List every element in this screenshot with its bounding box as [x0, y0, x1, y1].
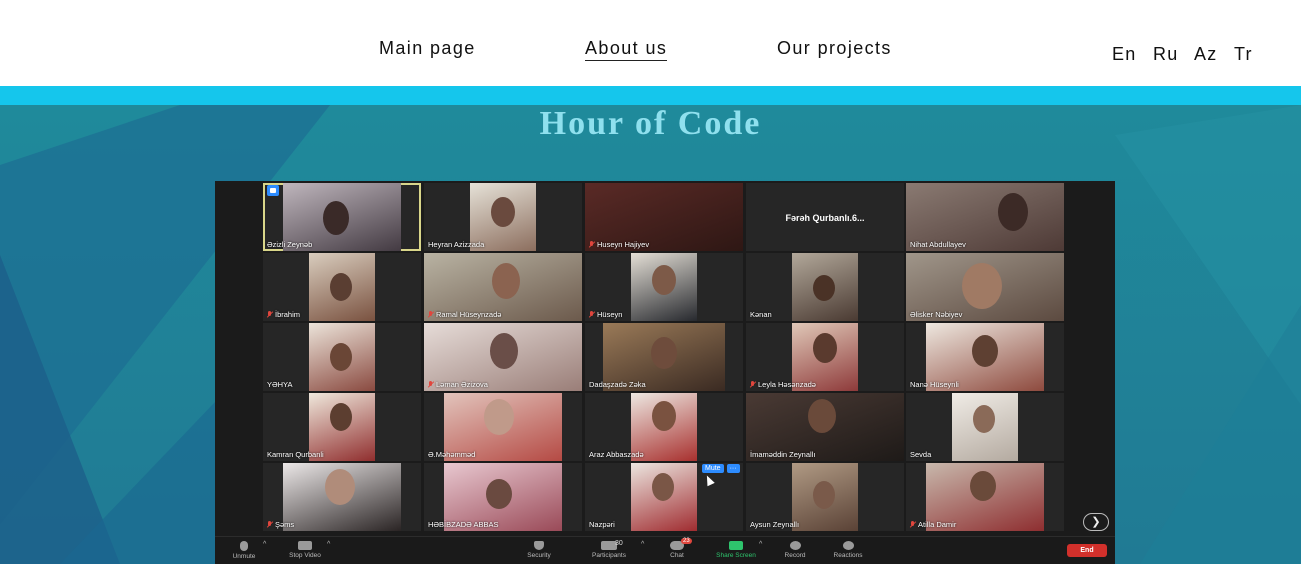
- caret-up-icon[interactable]: ^: [759, 541, 762, 548]
- share-screen-icon: [729, 541, 743, 550]
- mic-muted-icon: [910, 521, 916, 528]
- language-tr[interactable]: Tr: [1234, 44, 1253, 65]
- shield-icon: [534, 541, 544, 550]
- participant-tile: Araz Abbaszadə: [585, 393, 743, 461]
- more-options-button[interactable]: ···: [726, 464, 740, 473]
- microphone-icon: [240, 541, 248, 551]
- language-az[interactable]: Az: [1194, 44, 1217, 65]
- mic-muted-icon: [428, 381, 434, 388]
- participant-tile: Ramal Hüseynzadə: [424, 253, 582, 321]
- record-button[interactable]: Record: [781, 541, 809, 559]
- smiley-icon: [842, 541, 854, 550]
- participant-name: Atilla Damir: [910, 520, 956, 529]
- reactions-button[interactable]: Reactions: [829, 541, 867, 559]
- nav-link-our-projects[interactable]: Our projects: [777, 38, 892, 59]
- participant-name: İbrahim: [267, 310, 300, 319]
- caret-up-icon[interactable]: ^: [263, 541, 266, 548]
- active-speaker-icon: [267, 185, 279, 196]
- participant-tile: Aysun Zeynallı: [746, 463, 904, 531]
- mic-muted-icon: [267, 311, 273, 318]
- video-camera-icon: [298, 541, 312, 550]
- participant-tile: Sevda: [906, 393, 1064, 461]
- participant-tile: Ləman Əzizova: [424, 323, 582, 391]
- unmute-button[interactable]: Unmute: [227, 541, 261, 560]
- participant-tile: HƏBİBZADƏ ABBAS: [424, 463, 582, 531]
- participant-name: Şəms: [267, 520, 294, 529]
- participant-tile: Ə.Məhəmməd: [424, 393, 582, 461]
- participant-tile: Dadaşzadə Zəka: [585, 323, 743, 391]
- participant-name: Nanə Hüseynli: [910, 380, 959, 389]
- participant-tile: Nazpəri: [585, 463, 743, 531]
- participant-name: İmaməddin Zeynallı: [750, 450, 816, 459]
- participant-name: Huseyn Hajiyev: [589, 240, 649, 249]
- caret-up-icon[interactable]: ^: [327, 541, 330, 548]
- participant-name: Dadaşzadə Zəka: [589, 380, 646, 389]
- zoom-meeting-screenshot: Əzizli Zeynəb Heyran Azizzada Huseyn Haj…: [215, 181, 1115, 564]
- accent-strip: [0, 86, 1301, 105]
- participant-tile: Heyran Azizzada: [424, 183, 582, 251]
- participant-tile: Kənan: [746, 253, 904, 321]
- chevron-right-icon[interactable]: ❯: [1083, 513, 1109, 531]
- participant-name: Hüseyn: [589, 310, 622, 319]
- participant-name: Əzizli Zeynəb: [267, 240, 313, 249]
- record-icon: [789, 541, 801, 550]
- end-meeting-button[interactable]: End: [1067, 544, 1107, 557]
- participant-name: Əlisker Nəbiyev: [910, 310, 963, 319]
- participant-name: YƏHYA: [267, 380, 293, 389]
- participant-name: Leyla Həsənzadə: [750, 380, 816, 389]
- participant-name: HƏBİBZADƏ ABBAS: [428, 520, 499, 529]
- participant-name: Ə.Məhəmməd: [428, 450, 476, 459]
- stop-video-button[interactable]: Stop Video: [283, 541, 327, 559]
- mic-muted-icon: [750, 381, 756, 388]
- top-navigation: Main page About us Our projects En Ru Az…: [0, 0, 1301, 86]
- participant-tile: Nihat Abdullayev: [906, 183, 1064, 251]
- security-button[interactable]: Security: [521, 541, 557, 559]
- participant-name: Sevda: [910, 450, 932, 459]
- zoom-toolbar: Unmute ^ Stop Video ^ Security 30 Partic…: [215, 536, 1115, 564]
- participant-tile: Hüseyn: [585, 253, 743, 321]
- participant-name: Fərəh Qurbanlı.6...: [785, 213, 865, 223]
- participant-tile: Nanə Hüseynli: [906, 323, 1064, 391]
- participant-tile: Huseyn Hajiyev: [585, 183, 743, 251]
- participant-name: Araz Abbaszadə: [589, 450, 644, 459]
- mute-participant-button[interactable]: Mute: [702, 464, 724, 473]
- participant-tile: Leyla Həsənzadə: [746, 323, 904, 391]
- nav-link-about-us[interactable]: About us: [585, 38, 668, 61]
- participant-name: Ramal Hüseynzadə: [428, 310, 501, 319]
- nav-link-main-page[interactable]: Main page: [379, 38, 476, 59]
- participant-tile: Fərəh Qurbanlı.6...: [746, 183, 904, 251]
- participant-name: Kamran Qurbanli: [267, 450, 324, 459]
- participants-button[interactable]: 30 Participants: [587, 540, 631, 559]
- participant-tile: İmaməddin Zeynallı: [746, 393, 904, 461]
- mic-muted-icon: [428, 311, 434, 318]
- language-ru[interactable]: Ru: [1153, 44, 1178, 65]
- mic-muted-icon: [589, 241, 595, 248]
- mic-muted-icon: [267, 521, 273, 528]
- chat-button[interactable]: 23 Chat: [665, 538, 692, 559]
- caret-up-icon[interactable]: ^: [641, 541, 644, 548]
- participant-tile: Əlisker Nəbiyev: [906, 253, 1064, 321]
- participant-name: Kənan: [750, 310, 772, 319]
- mic-muted-icon: [589, 311, 595, 318]
- participant-tile: Atilla Damir: [906, 463, 1064, 531]
- participant-name: Nihat Abdullayev: [910, 240, 966, 249]
- language-en[interactable]: En: [1112, 44, 1136, 65]
- participant-name: Heyran Azizzada: [428, 240, 485, 249]
- participant-tile: Kamran Qurbanli: [263, 393, 421, 461]
- participant-name: Ləman Əzizova: [428, 380, 488, 389]
- participant-name: Nazpəri: [589, 520, 615, 529]
- participant-tile: YƏHYA: [263, 323, 421, 391]
- participant-tile: Şəms: [263, 463, 421, 531]
- participant-name: Aysun Zeynallı: [750, 520, 800, 529]
- share-screen-button[interactable]: Share Screen: [711, 541, 761, 559]
- participant-tile: Əzizli Zeynəb: [263, 183, 421, 251]
- page-title: Hour of Code: [539, 105, 762, 142]
- participant-hover-menu: Mute ···: [702, 464, 740, 473]
- participant-tile: İbrahim: [263, 253, 421, 321]
